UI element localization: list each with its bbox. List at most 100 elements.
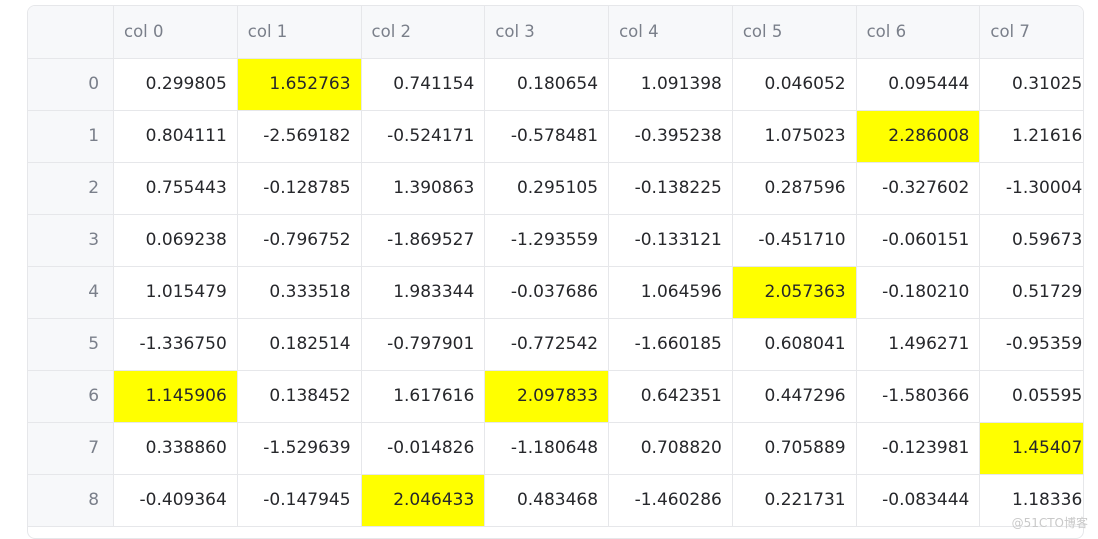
table-cell[interactable]: -0.060151 [856,214,981,267]
table-cell[interactable]: 0.310251 [979,58,1083,111]
table-cell[interactable]: -0.133121 [608,214,733,267]
table-row: 3 0.069238 -0.796752 -1.869527 -1.293559 -0.1… [28,214,1083,267]
table-cell[interactable]: -1.336750 [113,318,238,371]
table-cell[interactable]: 0.138452 [237,370,362,423]
table-cell[interactable]: 1.015479 [113,266,238,319]
table-cell[interactable]: -1.460286 [608,474,733,527]
table-cell[interactable]: 0.804111 [113,110,238,163]
table-cell[interactable]: 2.286008 [856,110,981,163]
table-row: 1 0.804111 -2.569182 -0.524171 -0.578481 -0.3… [28,110,1083,163]
index-header [28,6,115,59]
data-grid: col 0 col 1 col 2 col 3 col 4 col 5 col 6 col 7… [28,6,1083,527]
table-cell[interactable]: 0.642351 [608,370,733,423]
table-cell[interactable]: 0.333518 [237,266,362,319]
table-cell[interactable]: -1.293559 [484,214,610,267]
dataframe-table: col 0 col 1 col 2 col 3 col 4 col 5 col 6 col 7… [27,5,1084,539]
table-cell[interactable]: -1.300046 [979,162,1083,215]
table-cell[interactable]: 1.091398 [608,58,733,111]
column-header[interactable]: col 2 [361,6,486,59]
table-cell[interactable]: 0.755443 [113,162,238,215]
table-row: 8 -0.409364 -0.147945 2.046433 0.483468 -1.46… [28,474,1083,527]
table-cell[interactable]: 1.652763 [237,58,362,111]
column-header[interactable]: col 6 [856,6,981,59]
table-cell[interactable]: 0.287596 [732,162,857,215]
table-cell[interactable]: -0.524171 [361,110,486,163]
table-cell[interactable]: 0.095444 [856,58,981,111]
table-cell[interactable]: 0.299805 [113,58,238,111]
table-cell[interactable]: 2.097833 [484,370,610,423]
table-cell[interactable]: -0.578481 [484,110,610,163]
table-cell[interactable]: 0.447296 [732,370,857,423]
table-cell[interactable]: -0.451710 [732,214,857,267]
table-cell[interactable]: 0.295105 [484,162,610,215]
column-header[interactable]: col 7 [979,6,1083,59]
column-header[interactable]: col 5 [732,6,857,59]
table-row: 7 0.338860 -1.529639 -0.014826 -1.180648 0.70… [28,422,1083,475]
table-cell[interactable]: 1.496271 [856,318,981,371]
table-cell[interactable]: -0.395238 [608,110,733,163]
table-cell[interactable]: 0.708820 [608,422,733,475]
table-cell[interactable]: -0.147945 [237,474,362,527]
table-cell[interactable]: 1.390863 [361,162,486,215]
table-cell[interactable]: 0.517292 [979,266,1083,319]
table-cell[interactable]: -0.138225 [608,162,733,215]
table-cell[interactable]: 1.145906 [113,370,238,423]
table-cell[interactable]: 2.057363 [732,266,857,319]
watermark: @51CTO博客 [1011,516,1088,530]
table-cell[interactable]: -0.014826 [361,422,486,475]
row-index: 6 [28,370,115,423]
table-cell[interactable]: 1.075023 [732,110,857,163]
table-cell[interactable]: 0.741154 [361,58,486,111]
table-cell[interactable]: 1.216164 [979,110,1083,163]
table-cell[interactable]: -1.869527 [361,214,486,267]
table-cell[interactable]: -0.797901 [361,318,486,371]
table-cell[interactable]: 2.046433 [361,474,486,527]
table-cell[interactable]: -0.083444 [856,474,981,527]
row-index: 5 [28,318,115,371]
table-cell[interactable]: 1.617616 [361,370,486,423]
table-cell[interactable]: -0.327602 [856,162,981,215]
table-cell[interactable]: 0.705889 [732,422,857,475]
column-header[interactable]: col 4 [608,6,733,59]
table-cell[interactable]: -2.569182 [237,110,362,163]
table-cell[interactable]: 1.064596 [608,266,733,319]
row-index: 8 [28,474,115,527]
table-cell[interactable]: 0.180654 [484,58,610,111]
table-cell[interactable]: -0.037686 [484,266,610,319]
table-cell[interactable]: -0.953595 [979,318,1083,371]
table-cell[interactable]: 0.338860 [113,422,238,475]
row-index: 7 [28,422,115,475]
table-cell[interactable]: 0.055953 [979,370,1083,423]
header-row: col 0 col 1 col 2 col 3 col 4 col 5 col 6 col 7… [28,6,1083,59]
table-cell[interactable]: 1.454078 [979,422,1083,475]
table-cell[interactable]: -1.529639 [237,422,362,475]
row-index: 1 [28,110,115,163]
table-cell[interactable]: 0.182514 [237,318,362,371]
row-index: 3 [28,214,115,267]
table-cell[interactable]: -0.180210 [856,266,981,319]
table-cell[interactable]: 0.483468 [484,474,610,527]
table-cell[interactable]: 0.221731 [732,474,857,527]
row-index: 2 [28,162,115,215]
column-header[interactable]: col 3 [484,6,610,59]
table-cell[interactable]: 0.608041 [732,318,857,371]
table-row: 4 1.015479 0.333518 1.983344 -0.037686 1.0645… [28,266,1083,319]
table-cell[interactable]: -0.128785 [237,162,362,215]
table-row: 0 0.299805 1.652763 0.741154 0.180654 1.09139… [28,58,1083,111]
table-row: 2 0.755443 -0.128785 1.390863 0.295105 -0.138… [28,162,1083,215]
table-cell[interactable]: -0.409364 [113,474,238,527]
table-cell[interactable]: -1.580366 [856,370,981,423]
table-cell[interactable]: -0.772542 [484,318,610,371]
table-row: 6 1.145906 0.138452 1.617616 2.097833 0.64235… [28,370,1083,423]
table-cell[interactable]: -1.660185 [608,318,733,371]
table-cell[interactable]: 0.596732 [979,214,1083,267]
table-cell[interactable]: -0.796752 [237,214,362,267]
row-index: 4 [28,266,115,319]
column-header[interactable]: col 1 [237,6,362,59]
column-header[interactable]: col 0 [113,6,238,59]
table-cell[interactable]: 0.046052 [732,58,857,111]
table-cell[interactable]: 1.983344 [361,266,486,319]
table-cell[interactable]: -0.123981 [856,422,981,475]
table-cell[interactable]: 0.069238 [113,214,238,267]
table-cell[interactable]: -1.180648 [484,422,610,475]
